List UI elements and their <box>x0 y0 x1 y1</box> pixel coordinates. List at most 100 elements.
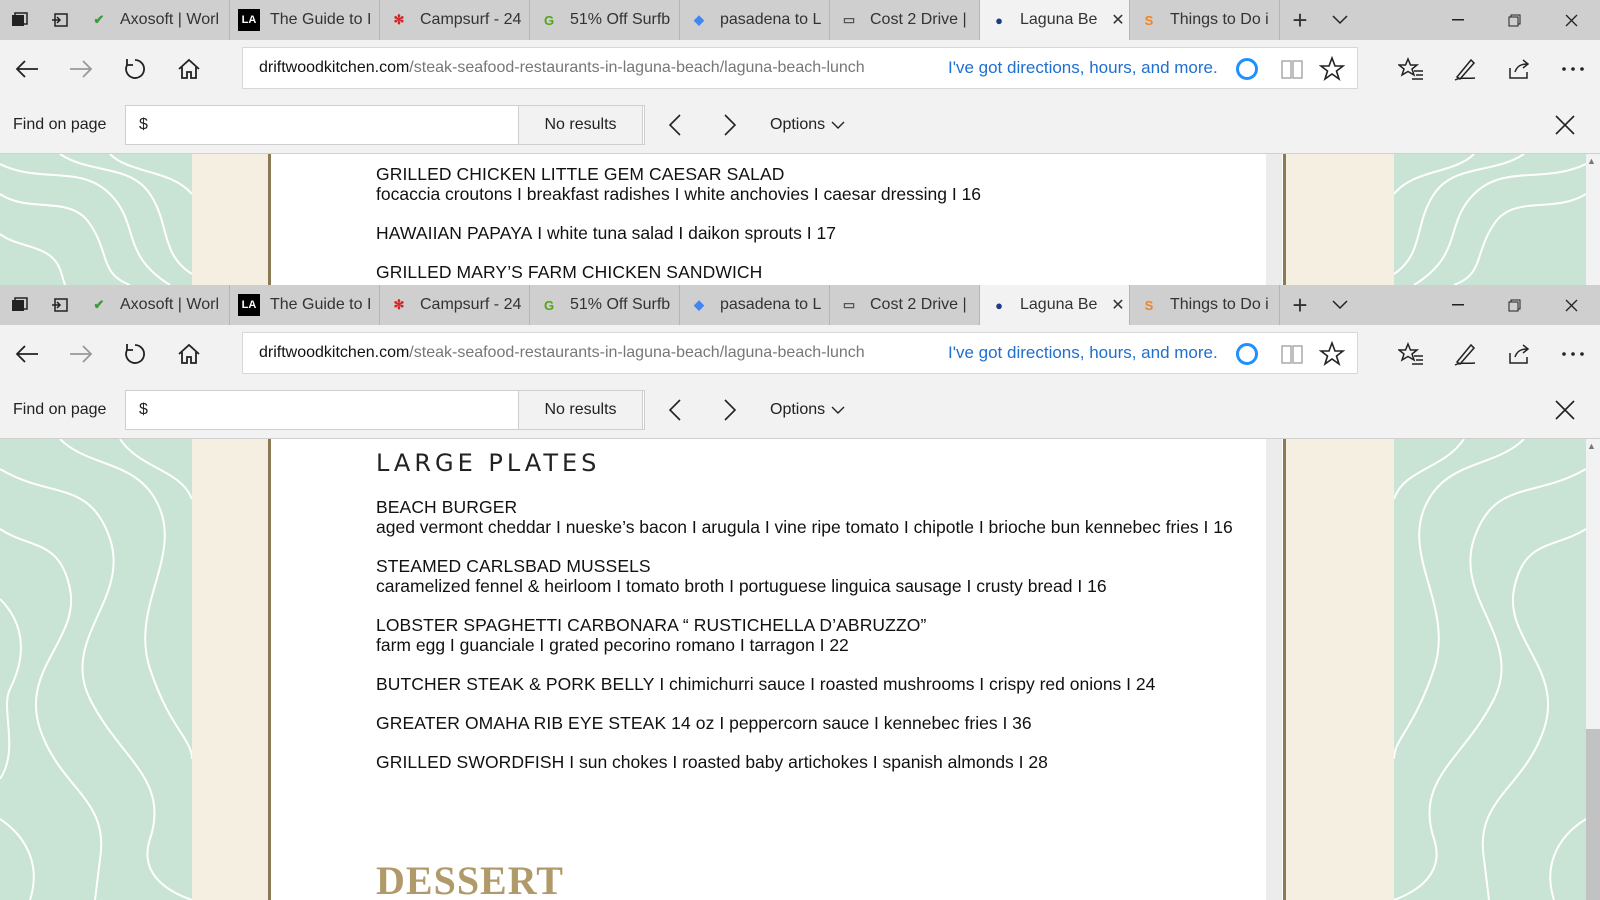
tab-4[interactable]: ◆ pasadena to L <box>680 0 830 40</box>
refresh-icon[interactable] <box>108 49 162 89</box>
menu-item: STEAMED CARLSBAD MUSSELS caramelized fenn… <box>376 556 1107 596</box>
minimize-icon[interactable] <box>1429 285 1486 325</box>
cortana-hint[interactable]: I've got directions, hours, and more. <box>948 343 1218 363</box>
web-note-icon[interactable] <box>1438 49 1492 89</box>
close-window-icon[interactable] <box>1543 285 1600 325</box>
chevron-right-icon[interactable] <box>715 107 745 143</box>
cortana-icon[interactable] <box>1236 58 1258 80</box>
tab-title: Things to Do i <box>1170 296 1269 313</box>
tab-title: Axosoft | Worl <box>120 11 219 28</box>
chevron-left-icon[interactable] <box>660 107 690 143</box>
tab-manager-icon[interactable] <box>0 285 40 325</box>
web-note-icon[interactable] <box>1438 334 1492 374</box>
address-bar[interactable]: driftwoodkitchen.com/steak-seafood-resta… <box>242 332 1358 374</box>
chevron-right-icon[interactable] <box>715 392 745 428</box>
minimize-icon[interactable] <box>1429 0 1486 40</box>
tab-5[interactable]: ▭ Cost 2 Drive | <box>830 0 980 40</box>
browser-window-bottom: ✔ Axosoft | Worl LA The Guide to I ✻ Campsurf… <box>0 285 1600 900</box>
find-value: $ <box>139 116 148 133</box>
cortana-icon[interactable] <box>1236 343 1258 365</box>
refresh-icon[interactable] <box>108 334 162 374</box>
back-icon[interactable] <box>0 334 54 374</box>
close-tab-icon[interactable]: ✕ <box>1107 10 1129 30</box>
set-aside-tabs-icon[interactable] <box>40 0 80 40</box>
new-tab-button[interactable]: + <box>1280 0 1320 40</box>
find-options-button[interactable]: Options <box>770 116 845 134</box>
tab-title: The Guide to I <box>270 11 372 28</box>
more-icon[interactable] <box>1546 49 1600 89</box>
vertical-scrollbar[interactable]: ▲ <box>1586 154 1600 285</box>
more-icon[interactable] <box>1546 334 1600 374</box>
scroll-up-icon[interactable]: ▲ <box>1587 156 1596 166</box>
restore-icon[interactable] <box>1486 0 1543 40</box>
tab-3[interactable]: G 51% Off Surfb <box>530 0 680 40</box>
tab-7[interactable]: S Things to Do i <box>1130 0 1280 40</box>
tab-title: Laguna Be <box>1020 11 1098 28</box>
home-icon[interactable] <box>162 49 216 89</box>
reading-view-icon[interactable] <box>1280 343 1304 369</box>
find-options-button[interactable]: Options <box>770 401 845 419</box>
find-bar: Find on page $ No results Options <box>0 97 1600 154</box>
tab-manager-icon[interactable] <box>0 0 40 40</box>
forward-icon[interactable] <box>54 334 108 374</box>
chevron-down-icon[interactable] <box>1320 0 1360 40</box>
tab-1[interactable]: LA The Guide to I <box>230 285 380 325</box>
close-find-icon[interactable] <box>1550 395 1580 425</box>
tab-0[interactable]: ✔ Axosoft | Worl <box>80 285 230 325</box>
scroll-up-icon[interactable]: ▲ <box>1587 441 1596 451</box>
page-icon: ▭ <box>842 297 856 312</box>
url-path: /steak-seafood-restaurants-in-laguna-bea… <box>409 344 865 361</box>
close-find-icon[interactable] <box>1550 110 1580 140</box>
share-icon[interactable] <box>1492 49 1546 89</box>
reading-view-icon[interactable] <box>1280 58 1304 84</box>
tab-1[interactable]: LA The Guide to I <box>230 0 380 40</box>
back-icon[interactable] <box>0 49 54 89</box>
scrollbar-thumb[interactable] <box>1586 729 1600 900</box>
star-icon[interactable] <box>1318 340 1346 371</box>
tab-2[interactable]: ✻ Campsurf - 24 <box>380 285 530 325</box>
menu-top-list: GRILLED CHICKEN LITTLE GEM CAESAR SALAD f… <box>376 164 1256 285</box>
tab-2[interactable]: ✻ Campsurf - 24 <box>380 0 530 40</box>
chevron-left-icon[interactable] <box>660 392 690 428</box>
tab-3[interactable]: G 51% Off Surfb <box>530 285 680 325</box>
vertical-scrollbar[interactable]: ▲ <box>1586 439 1600 900</box>
tab-6[interactable]: ● Laguna Be ✕ <box>980 0 1130 40</box>
axosoft-icon: ✔ <box>93 12 105 27</box>
menu-large-plates: LARGE PLATES BEACH BURGER aged vermont ch… <box>376 449 1256 791</box>
close-window-icon[interactable] <box>1543 0 1600 40</box>
menu-item: GREATER OMAHA RIB EYE STEAK 14 oz I pepp… <box>376 713 1032 733</box>
star-icon[interactable] <box>1318 55 1346 86</box>
tab-4[interactable]: ◆ pasadena to L <box>680 285 830 325</box>
tab-title: Cost 2 Drive | <box>870 11 967 28</box>
new-tab-button[interactable]: + <box>1280 285 1320 325</box>
set-aside-tabs-icon[interactable] <box>40 285 80 325</box>
tab-0[interactable]: ✔ Axosoft | Worl <box>80 0 230 40</box>
menu-column: LARGE PLATES BEACH BURGER aged vermont ch… <box>268 439 1286 900</box>
yelp-icon: ✻ <box>393 297 405 312</box>
tab-6[interactable]: ● Laguna Be ✕ <box>980 285 1130 325</box>
close-tab-icon[interactable]: ✕ <box>1107 295 1129 315</box>
share-icon[interactable] <box>1492 334 1546 374</box>
forward-icon[interactable] <box>54 49 108 89</box>
tab-5[interactable]: ▭ Cost 2 Drive | <box>830 285 980 325</box>
tab-strip: ✔ Axosoft | Worl LA The Guide to I ✻ Campsurf… <box>0 0 1600 40</box>
tab-7[interactable]: S Things to Do i <box>1130 285 1280 325</box>
menu-item: BEACH BURGER aged vermont cheddar I nuesk… <box>376 497 1233 537</box>
cortana-hint[interactable]: I've got directions, hours, and more. <box>948 58 1218 78</box>
menu-item: GRILLED SWORDFISH I sun chokes I roasted… <box>376 752 1048 772</box>
section-title: LARGE PLATES <box>376 449 601 477</box>
options-label: Options <box>770 401 826 418</box>
favorites-hub-icon[interactable] <box>1384 334 1438 374</box>
home-icon[interactable] <box>162 334 216 374</box>
chevron-down-icon <box>831 121 845 129</box>
favorites-hub-icon[interactable] <box>1384 49 1438 89</box>
tab-title: Laguna Be <box>1020 296 1098 313</box>
address-bar[interactable]: driftwoodkitchen.com/steak-seafood-resta… <box>242 47 1358 89</box>
chevron-down-icon[interactable] <box>1320 285 1360 325</box>
menu-column: GRILLED CHICKEN LITTLE GEM CAESAR SALAD f… <box>268 154 1286 285</box>
tab-title: 51% Off Surfb <box>570 296 671 313</box>
topographic-pattern-right <box>1394 439 1586 900</box>
tab-title: Cost 2 Drive | <box>870 296 967 313</box>
restore-icon[interactable] <box>1486 285 1543 325</box>
s-icon: S <box>1144 297 1154 313</box>
